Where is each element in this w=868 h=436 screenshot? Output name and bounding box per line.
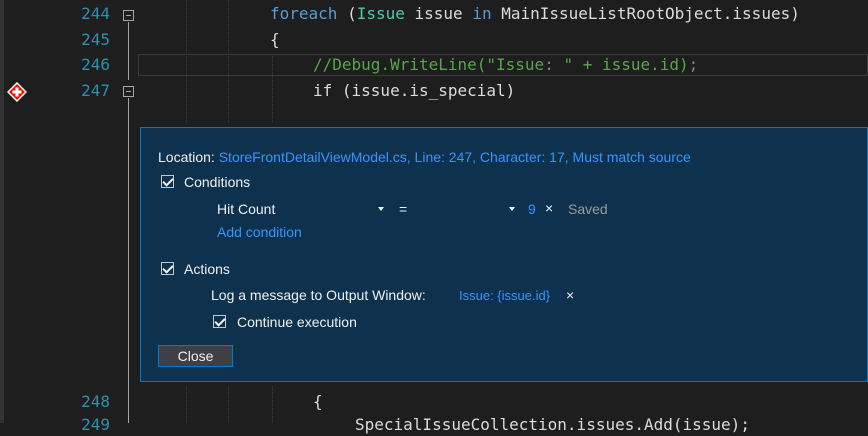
log-message-label: Log a message to Output Window: xyxy=(211,287,426,303)
condition-type-dropdown[interactable]: Hit Count xyxy=(217,201,275,217)
collapse-icon[interactable] xyxy=(123,86,134,97)
line-number: 249 xyxy=(81,415,110,434)
continue-execution-label: Continue execution xyxy=(237,314,357,330)
gutter-edge xyxy=(0,0,4,423)
paren: ( xyxy=(347,4,357,23)
log-message-input[interactable]: Issue: {issue.id} xyxy=(459,288,550,303)
chevron-down-icon[interactable] xyxy=(509,207,515,211)
conditions-checkbox[interactable] xyxy=(161,175,174,188)
location-row: Location: StoreFrontDetailViewModel.cs, … xyxy=(158,149,691,165)
location-label: Location: xyxy=(158,149,215,165)
code-line-249[interactable]: SpecialIssueCollection.issues.Add(issue)… xyxy=(355,414,750,436)
keyword-foreach: foreach xyxy=(270,4,338,23)
line-number: 246 xyxy=(81,55,110,74)
variable: issue xyxy=(404,4,473,23)
code-line-245[interactable]: { xyxy=(270,29,280,51)
line-number: 244 xyxy=(81,4,110,23)
conditions-label: Conditions xyxy=(184,174,251,190)
keyword-in: in xyxy=(472,4,492,23)
actions-label: Actions xyxy=(184,261,230,277)
close-button[interactable]: Close xyxy=(158,345,233,367)
remove-action-icon[interactable]: × xyxy=(566,287,574,303)
condition-operator[interactable]: = xyxy=(399,201,407,217)
line-number: 245 xyxy=(81,30,110,49)
continue-execution-checkbox[interactable] xyxy=(213,315,226,328)
code-line-247[interactable]: if (issue.is_special) xyxy=(313,80,515,102)
collapse-icon[interactable] xyxy=(123,10,134,21)
indent-guide xyxy=(272,386,273,423)
expression: MainIssueListRootObject.issues) xyxy=(491,4,800,23)
fold-guide xyxy=(128,98,129,423)
keyword-if: if xyxy=(313,81,333,100)
line-number: 247 xyxy=(81,81,110,100)
glyph-margin[interactable] xyxy=(0,0,36,423)
indent-guide xyxy=(186,386,187,423)
location-link[interactable]: StoreFrontDetailViewModel.cs, Line: 247,… xyxy=(219,149,691,165)
code-line-246[interactable]: //Debug.WriteLine("Issue: " + issue.id); xyxy=(313,54,698,76)
remove-condition-icon[interactable]: × xyxy=(545,200,553,216)
condition-expression: (issue.is_special) xyxy=(332,81,516,100)
type-issue: Issue xyxy=(356,4,405,23)
breakpoint-settings-panel: Location: StoreFrontDetailViewModel.cs, … xyxy=(140,127,868,382)
add-condition-link[interactable]: Add condition xyxy=(217,224,302,240)
code-line-248[interactable]: { xyxy=(313,391,323,413)
saved-status: Saved xyxy=(568,201,608,217)
indent-guide xyxy=(228,386,229,423)
code-line-244[interactable]: foreach (Issue issue in MainIssueListRoo… xyxy=(270,3,800,25)
actions-checkbox[interactable] xyxy=(161,262,174,275)
chevron-down-icon[interactable] xyxy=(378,207,384,211)
fold-guide xyxy=(128,22,129,80)
condition-value-input[interactable]: 9 xyxy=(528,201,536,217)
conditional-breakpoint-icon[interactable] xyxy=(7,82,27,102)
line-number: 248 xyxy=(81,392,110,411)
